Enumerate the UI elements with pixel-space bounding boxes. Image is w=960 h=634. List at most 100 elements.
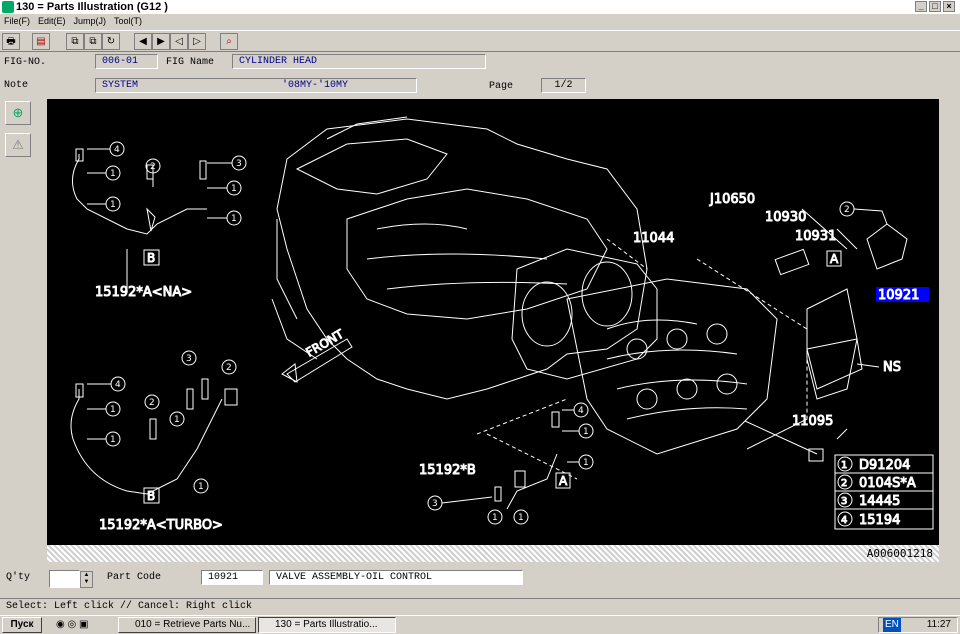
- svg-text:1: 1: [231, 184, 237, 194]
- note-years: '08MY-'10MY: [282, 80, 349, 91]
- svg-text:3: 3: [186, 354, 192, 364]
- menu-jump[interactable]: Jump(J): [74, 14, 107, 29]
- svg-text:A: A: [559, 474, 568, 488]
- copy-all-icon[interactable]: ⧉: [84, 33, 102, 50]
- menu-tool[interactable]: Tool(T): [114, 14, 142, 29]
- svg-text:1: 1: [174, 415, 180, 425]
- qty-input[interactable]: [49, 570, 80, 588]
- app-icon: [2, 1, 14, 13]
- label-15192-na: 15192*A<NA>: [95, 285, 192, 300]
- fig-prev-icon[interactable]: ◀: [134, 33, 152, 50]
- legend-part-2: 0104S*A: [859, 476, 916, 491]
- svg-text:1: 1: [198, 482, 204, 492]
- label-j10650: J10650: [709, 192, 755, 207]
- svg-text:B: B: [147, 489, 155, 503]
- page-next-icon[interactable]: ▷: [188, 33, 206, 50]
- zoom-icon[interactable]: ⊕: [5, 101, 31, 125]
- window-title: 130 = Parts Illustration (G12 ): [16, 1, 168, 13]
- label-10930: 10930: [765, 210, 806, 225]
- svg-text:3: 3: [236, 159, 242, 169]
- legend-part-4: 15194: [859, 513, 900, 528]
- svg-text:1: 1: [518, 513, 524, 523]
- svg-text:1: 1: [583, 427, 589, 437]
- label-11095: 11095: [792, 414, 833, 429]
- fig-name-label: FIG Name: [166, 57, 215, 68]
- svg-text:2: 2: [844, 205, 850, 215]
- svg-text:1: 1: [492, 513, 498, 523]
- svg-text:2: 2: [150, 162, 156, 172]
- page-prev-icon[interactable]: ◁: [170, 33, 188, 50]
- note-system: SYSTEM: [102, 80, 139, 91]
- svg-text:4: 4: [578, 406, 584, 416]
- svg-text:2: 2: [226, 363, 232, 373]
- refresh-icon[interactable]: ↻: [102, 33, 120, 50]
- label-10931: 10931: [795, 229, 836, 244]
- warning-icon[interactable]: ⚠: [5, 133, 31, 157]
- fig-name-field: CYLINDER HEAD: [232, 54, 486, 69]
- svg-text:A: A: [830, 252, 839, 266]
- legend-table: 1 2 3 4 D91204 0104S*A 14445 15194: [834, 454, 934, 530]
- menu-bar: File(F) Edit(E) Jump(J) Tool(T): [0, 14, 960, 29]
- qty-label: Q'ty: [6, 572, 31, 583]
- menu-file[interactable]: File(F): [4, 14, 30, 29]
- engine-block-drawing: [276, 118, 648, 400]
- page-label: Page: [489, 81, 514, 92]
- task-retrieve-parts[interactable]: 010 = Retrieve Parts Nu...: [118, 617, 256, 633]
- svg-text:4: 4: [841, 515, 847, 526]
- hose-turbo-drawing: [70, 389, 223, 495]
- list-icon[interactable]: ▤: [32, 33, 50, 50]
- fig-next-icon[interactable]: ▶: [152, 33, 170, 50]
- task-parts-illustration[interactable]: 130 = Parts Illustratio...: [258, 617, 396, 633]
- label-10921[interactable]: 10921: [878, 288, 920, 304]
- minimize-button[interactable]: _: [915, 1, 927, 12]
- part-code-field: 10921: [201, 570, 263, 585]
- start-button[interactable]: Пуск: [2, 617, 42, 633]
- svg-text:1: 1: [583, 458, 589, 468]
- toolbar: 🖶 ▤ ⧉ ⧉ ↻ ◀ ▶ ◁ ▷ ⌕: [0, 30, 960, 52]
- svg-text:4: 4: [115, 380, 121, 390]
- label-15192-turbo: 15192*A<TURBO>: [99, 518, 223, 533]
- note-field: SYSTEM '08MY-'10MY: [95, 78, 417, 93]
- page-field: 1/2: [541, 78, 586, 93]
- label-15192-b: 15192*B: [419, 463, 476, 478]
- cylinder-head-drawing: [566, 278, 778, 455]
- print-icon[interactable]: 🖶: [2, 33, 20, 50]
- language-indicator[interactable]: EN: [883, 618, 901, 632]
- drawing-id: A006001218: [866, 547, 933, 560]
- fig-no-field: 006-01: [95, 54, 158, 69]
- quicklaunch-icons[interactable]: ◉ ◎ ▣: [56, 619, 88, 630]
- svg-text:1: 1: [110, 169, 116, 179]
- svg-text:1: 1: [110, 200, 116, 210]
- svg-text:2: 2: [841, 478, 847, 489]
- close-button[interactable]: ×: [943, 1, 955, 12]
- label-ns: NS: [883, 360, 901, 375]
- svg-text:B: B: [147, 251, 155, 265]
- svg-text:4: 4: [114, 145, 120, 155]
- svg-text:3: 3: [841, 496, 847, 507]
- clock: 11:27: [926, 619, 951, 630]
- system-tray: EN 11:27: [878, 617, 958, 633]
- restore-button[interactable]: □: [929, 1, 941, 12]
- fig-no-label: FIG-NO.: [4, 57, 47, 68]
- title-bar: 130 = Parts Illustration (G12 ) _ □ ×: [0, 0, 960, 14]
- callouts-top-left: [87, 141, 247, 226]
- status-bar: Select: Left click // Cancel: Right clic…: [0, 598, 960, 615]
- menu-edit[interactable]: Edit(E): [38, 14, 66, 29]
- qty-stepper[interactable]: ▲ ▼: [80, 571, 93, 588]
- svg-text:2: 2: [149, 398, 155, 408]
- svg-text:1: 1: [110, 435, 116, 445]
- svg-text:1: 1: [110, 405, 116, 415]
- svg-text:3: 3: [432, 499, 438, 509]
- svg-text:1: 1: [231, 214, 237, 224]
- note-label: Note: [4, 80, 29, 91]
- copy-icon[interactable]: ⧉: [66, 33, 84, 50]
- svg-text:1: 1: [841, 460, 847, 471]
- head-gasket-drawing: [511, 248, 658, 380]
- part-code-label: Part Code: [107, 572, 162, 583]
- label-11044: 11044: [633, 231, 674, 246]
- illustration-canvas[interactable]: FRONT B 15192*A<NA> B 15192*A<TURBO> 151…: [47, 99, 939, 545]
- callouts-turbo: [87, 350, 237, 494]
- search-icon[interactable]: ⌕: [220, 33, 238, 50]
- drawing-footer-strip: A006001218: [47, 545, 939, 562]
- part-name-field: VALVE ASSEMBLY-OIL CONTROL: [269, 570, 523, 585]
